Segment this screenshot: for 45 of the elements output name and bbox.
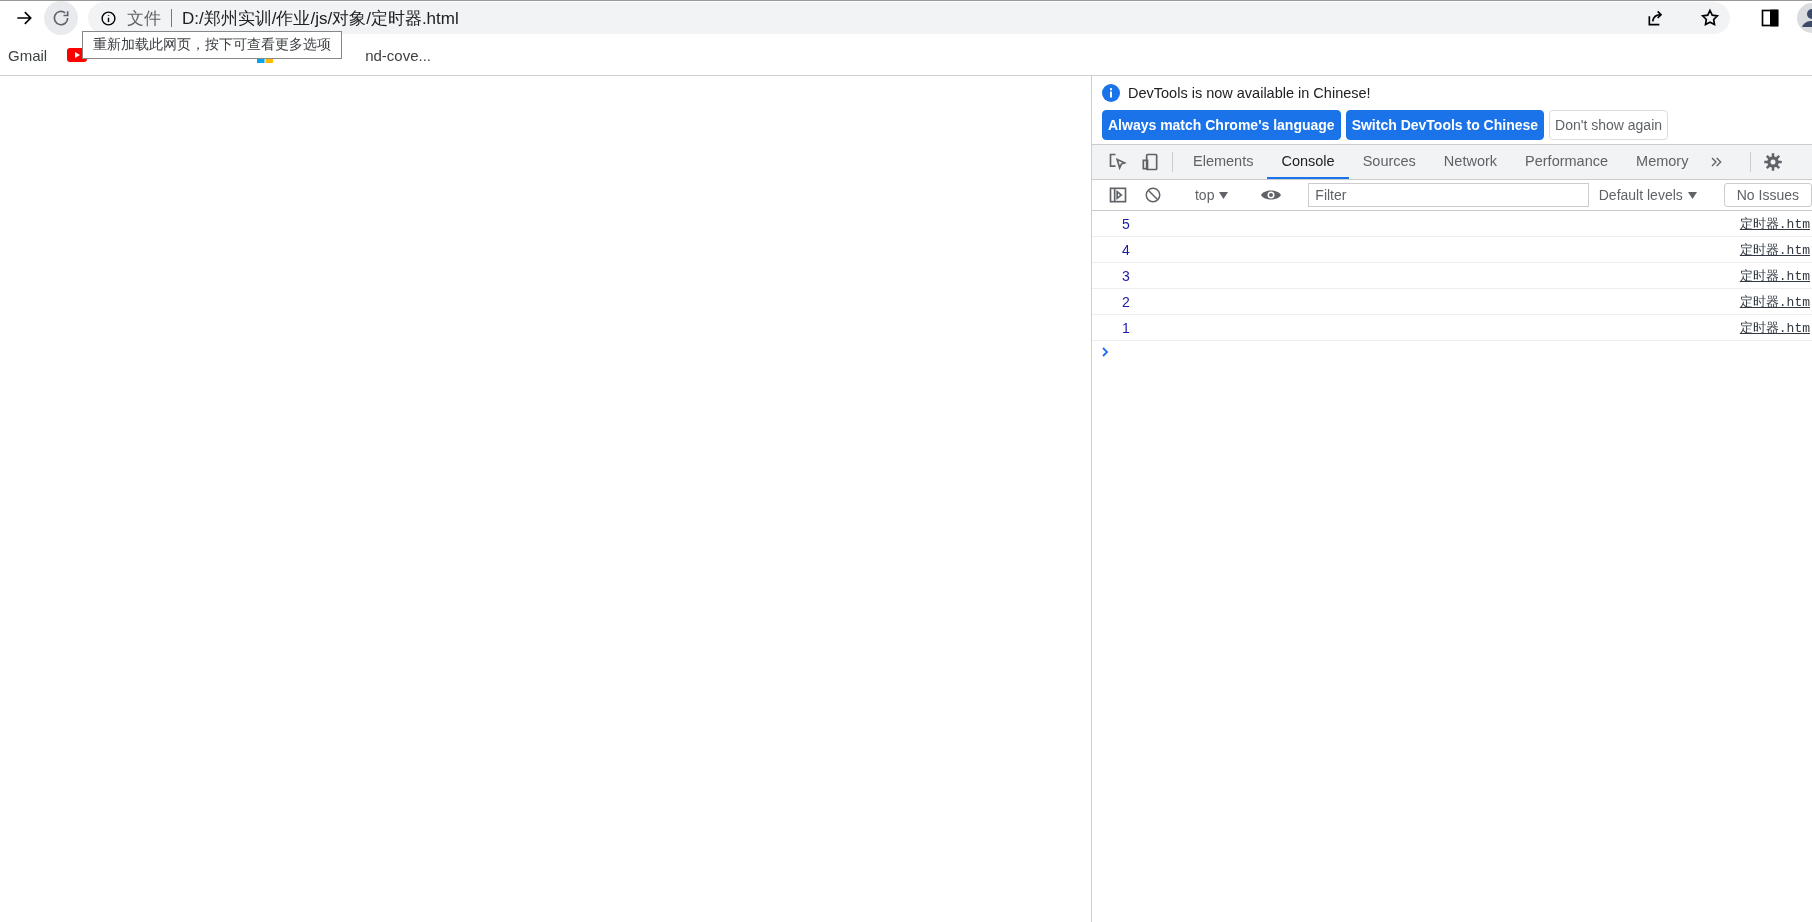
log-value: 1 — [1122, 319, 1130, 336]
filter-field[interactable]: Filter — [1308, 183, 1589, 207]
reload-icon — [51, 8, 71, 28]
source-link[interactable]: 定时器.htm — [1739, 214, 1810, 233]
settings-icon[interactable] — [1763, 152, 1784, 172]
source-link[interactable]: 定时器.htm — [1739, 292, 1810, 311]
notice-button[interactable]: Don't show again — [1549, 110, 1669, 140]
reload-button[interactable] — [44, 1, 78, 35]
url-text: D:/郑州实训/作业/js/对象/定时器.html — [182, 7, 460, 30]
devtools-tab[interactable]: Performance — [1511, 145, 1623, 179]
bookmark-link[interactable]: Gmail — [8, 46, 48, 64]
log-value: 3 — [1122, 267, 1130, 284]
source-link[interactable]: 定时器.htm — [1739, 318, 1810, 337]
log-value: 5 — [1122, 215, 1130, 232]
star-icon — [1700, 8, 1720, 28]
dropdown-arrow-icon — [1687, 191, 1697, 199]
notice-button[interactable]: Switch DevTools to Chinese — [1345, 110, 1545, 140]
bookmark-link[interactable]: nd-cove... — [365, 46, 432, 64]
log-value: 2 — [1122, 293, 1130, 310]
log-value: 4 — [1122, 241, 1130, 258]
device-icon — [1140, 152, 1160, 172]
source-link[interactable]: 定时器.htm — [1739, 266, 1810, 285]
notice-message: DevTools is now available in Chinese! — [1128, 85, 1371, 101]
devtools-tab[interactable]: Elements — [1179, 145, 1268, 179]
prompt-chevron-icon — [1102, 347, 1109, 357]
source-link[interactable]: 定时器.htm — [1739, 240, 1810, 259]
context-dropdown[interactable]: top — [1188, 187, 1235, 203]
devtools-tab[interactable]: Network — [1429, 145, 1512, 179]
levels-dropdown[interactable]: Default levels — [1592, 187, 1703, 203]
tooltip: 重新加载此网页，按下可查看更多选项 — [82, 31, 342, 59]
devtools-tab[interactable]: Console — [1267, 145, 1349, 179]
scheme-label: 文件 — [127, 7, 161, 30]
info-icon — [1102, 84, 1120, 102]
devtools-tab[interactable]: Memory — [1622, 145, 1703, 179]
issues-button[interactable]: No Issues — [1723, 183, 1812, 207]
devtools-tab[interactable]: Sources — [1348, 145, 1430, 179]
inspect-icon — [1108, 152, 1128, 172]
notice-button[interactable]: Always match Chrome's language — [1102, 110, 1341, 140]
side-panel-icon — [1760, 8, 1780, 28]
info-icon — [100, 9, 117, 27]
sidebar-toggle-icon — [1108, 185, 1128, 205]
eye-icon[interactable] — [1261, 188, 1282, 202]
dropdown-arrow-icon — [1219, 191, 1229, 199]
address-bar[interactable]: 文件 D:/郑州实训/作业/js/对象/定时器.html — [88, 2, 1730, 34]
clear-icon — [1144, 186, 1162, 204]
